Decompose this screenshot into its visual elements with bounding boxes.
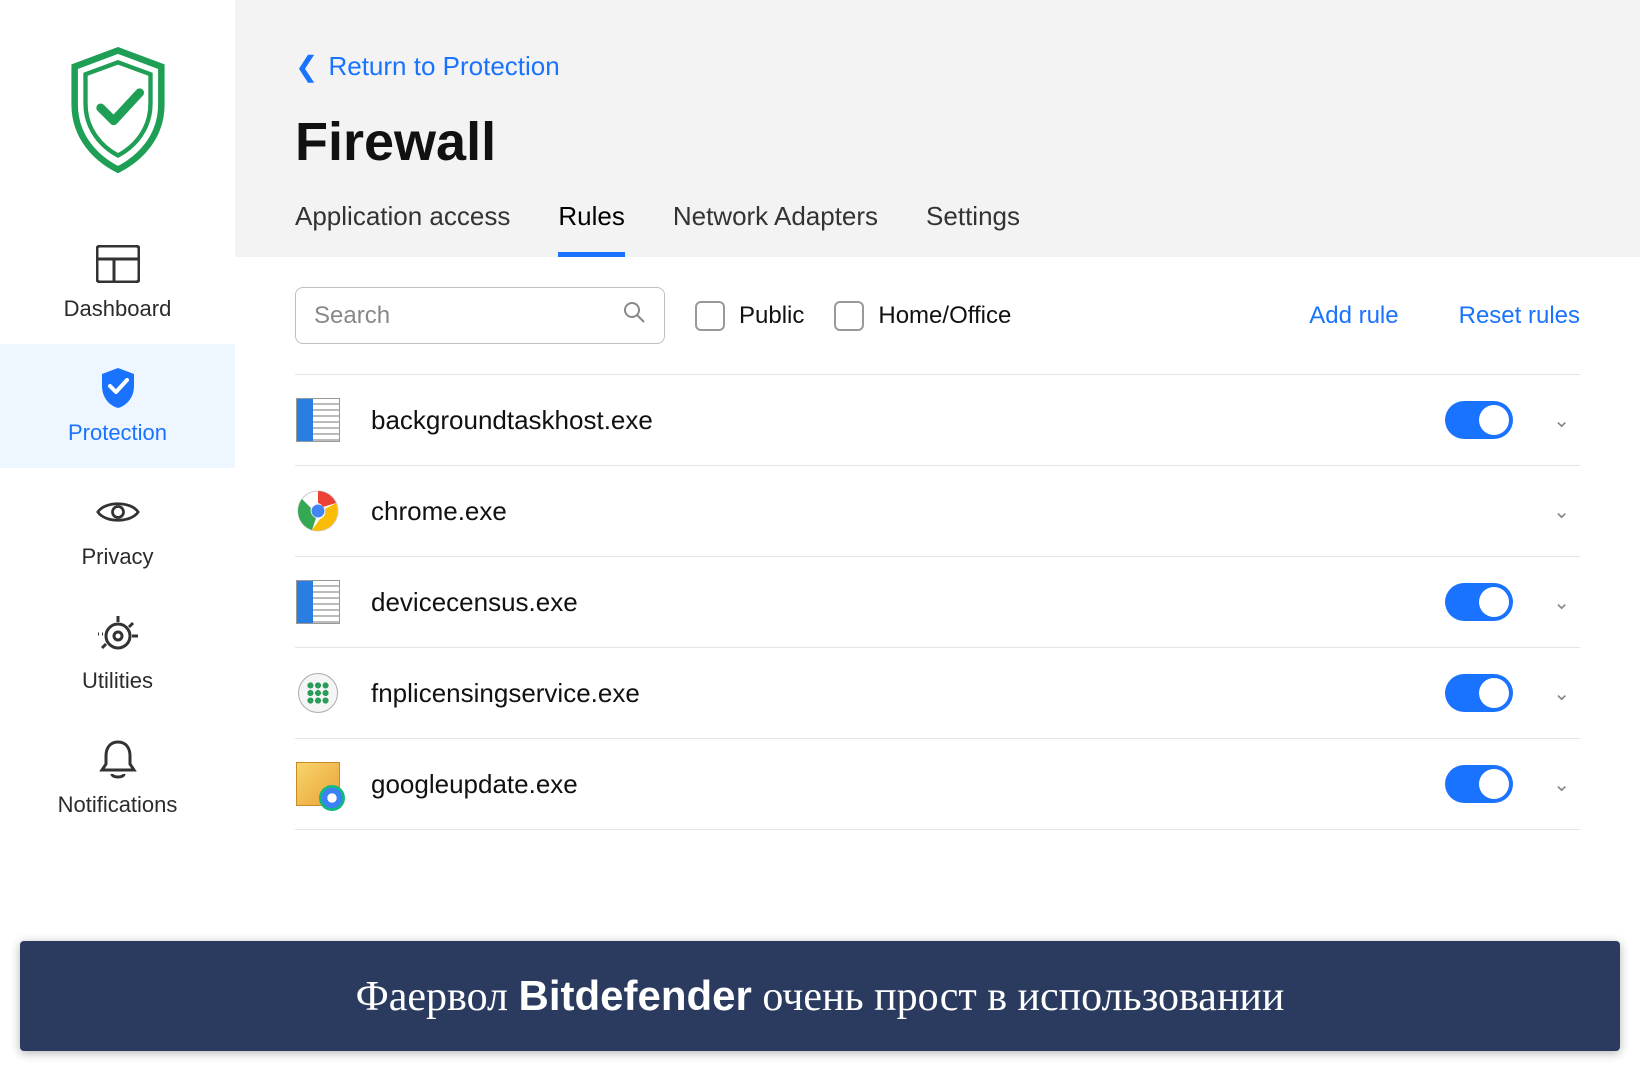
rule-name: backgroundtaskhost.exe [371,405,1415,436]
checkbox-label: Public [739,302,804,330]
app-window: Dashboard Protection Privacy Utilities [0,0,1640,1071]
sidebar: Dashboard Protection Privacy Utilities [0,0,235,1071]
tab-bar: Application access Rules Network Adapter… [295,201,1580,257]
caption-suffix: очень прост в использовании [752,974,1285,1020]
rule-toggle[interactable] [1445,674,1513,712]
add-rule-button[interactable]: Add rule [1309,302,1398,330]
gear-icon [96,614,140,658]
eye-icon [96,490,140,534]
page-header: ❮ Return to Protection Firewall Applicat… [235,0,1640,257]
rule-name: fnplicensingservice.exe [371,678,1415,709]
sidebar-item-label: Protection [68,420,167,446]
dashboard-icon [96,242,140,286]
search-input[interactable]: Search [295,287,665,344]
checkbox-icon [834,301,864,331]
sidebar-nav: Dashboard Protection Privacy Utilities [0,220,235,840]
sidebar-item-utilities[interactable]: Utilities [0,592,235,716]
rule-name: googleupdate.exe [371,769,1415,800]
sidebar-item-label: Notifications [58,792,178,818]
rule-row: backgroundtaskhost.exe ⌄ [295,375,1580,466]
page-title: Firewall [295,111,1580,173]
search-icon [622,300,646,331]
app-logo [58,40,178,180]
sidebar-item-protection[interactable]: Protection [0,344,235,468]
tab-rules[interactable]: Rules [558,201,624,257]
home-office-checkbox[interactable]: Home/Office [834,301,1011,331]
checkbox-icon [695,301,725,331]
chevron-left-icon: ❮ [295,50,318,83]
rule-row: googleupdate.exe ⌄ [295,739,1580,830]
checkbox-label: Home/Office [878,302,1011,330]
google-update-icon [295,761,341,807]
grid-app-icon [295,670,341,716]
rules-list: backgroundtaskhost.exe ⌄ chrome.exe ⌄ de… [295,374,1580,830]
public-checkbox[interactable]: Public [695,301,804,331]
rule-toggle[interactable] [1445,583,1513,621]
caption-banner: Фаервол Bitdefender очень прост в исполь… [20,941,1620,1051]
chevron-down-icon[interactable]: ⌄ [1543,590,1580,615]
rule-row: fnplicensingservice.exe ⌄ [295,648,1580,739]
search-placeholder: Search [314,302,390,330]
sidebar-item-label: Dashboard [64,296,172,322]
windows-app-icon [295,579,341,625]
sidebar-item-label: Utilities [82,668,153,694]
rule-toggle[interactable] [1445,765,1513,803]
chevron-down-icon[interactable]: ⌄ [1543,499,1580,524]
rule-row: chrome.exe ⌄ [295,466,1580,557]
chevron-down-icon[interactable]: ⌄ [1543,408,1580,433]
filter-bar: Search Public Home/Office Add rule Reset… [295,287,1580,374]
windows-app-icon [295,397,341,443]
tab-network-adapters[interactable]: Network Adapters [673,201,878,257]
chevron-down-icon[interactable]: ⌄ [1543,681,1580,706]
bell-icon [96,738,140,782]
sidebar-item-dashboard[interactable]: Dashboard [0,220,235,344]
rule-toggle[interactable] [1445,401,1513,439]
caption-brand: Bitdefender [519,972,752,1019]
back-link-label: Return to Protection [328,51,559,82]
rule-name: devicecensus.exe [371,587,1415,618]
tab-application-access[interactable]: Application access [295,201,510,257]
main-content: ❮ Return to Protection Firewall Applicat… [235,0,1640,1071]
reset-rules-button[interactable]: Reset rules [1459,302,1580,330]
tab-settings[interactable]: Settings [926,201,1020,257]
shield-icon [96,366,140,410]
caption-prefix: Фаервол [356,974,519,1020]
back-to-protection-link[interactable]: ❮ Return to Protection [295,50,560,83]
rule-name: chrome.exe [371,496,1415,527]
caption-text: Фаервол Bitdefender очень прост в исполь… [356,972,1285,1021]
sidebar-item-notifications[interactable]: Notifications [0,716,235,840]
sidebar-item-label: Privacy [81,544,153,570]
chevron-down-icon[interactable]: ⌄ [1543,772,1580,797]
rule-row: devicecensus.exe ⌄ [295,557,1580,648]
sidebar-item-privacy[interactable]: Privacy [0,468,235,592]
chrome-icon [295,488,341,534]
